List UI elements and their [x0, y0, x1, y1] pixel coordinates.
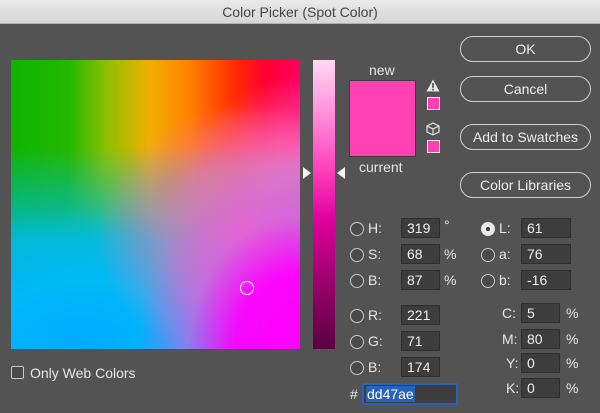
cancel-button[interactable]: Cancel	[460, 76, 591, 102]
a-input[interactable]	[521, 244, 571, 264]
web-safe-swatch[interactable]	[427, 140, 440, 153]
magenta-label: M:	[502, 331, 518, 347]
saturation-label: S:	[368, 246, 382, 262]
hex-label: #	[350, 386, 358, 402]
lightness-input[interactable]	[521, 218, 571, 238]
b-lab-label: b:	[499, 272, 511, 288]
brightness-input[interactable]	[401, 270, 440, 290]
hex-input[interactable]: dd47ae	[363, 384, 457, 404]
yellow-unit: %	[566, 355, 579, 371]
yellow-input[interactable]	[521, 353, 560, 373]
b-lab-input[interactable]	[521, 270, 571, 290]
color-field[interactable]	[11, 60, 300, 349]
black-unit: %	[566, 380, 579, 396]
color-field-cursor[interactable]	[240, 281, 254, 295]
red-input[interactable]	[401, 305, 440, 325]
new-label: new	[369, 62, 395, 78]
radio-blue[interactable]	[350, 361, 364, 375]
saturation-unit: %	[444, 246, 457, 262]
new-color-swatch	[349, 80, 416, 157]
radio-saturation[interactable]	[350, 248, 364, 262]
radio-hue[interactable]	[350, 222, 364, 236]
window-title: Color Picker (Spot Color)	[0, 0, 600, 24]
radio-green[interactable]	[350, 335, 364, 349]
brightness-label: B:	[368, 272, 382, 288]
hue-unit: °	[444, 217, 450, 233]
lightness-label: L:	[499, 220, 511, 236]
yellow-label: Y:	[506, 355, 519, 371]
radio-lightness[interactable]	[481, 222, 495, 236]
a-label: a:	[499, 246, 511, 262]
radio-b-lab[interactable]	[481, 274, 495, 288]
cyan-unit: %	[566, 305, 579, 321]
magenta-input[interactable]	[521, 329, 560, 349]
blue-input[interactable]	[401, 357, 440, 377]
only-web-colors-checkbox[interactable]	[11, 366, 24, 379]
cube-icon[interactable]	[426, 122, 440, 136]
warning-icon[interactable]	[426, 79, 440, 92]
slider-handle-right[interactable]	[337, 167, 345, 179]
cyan-input[interactable]	[521, 303, 560, 323]
radio-a[interactable]	[481, 248, 495, 262]
color-libraries-button[interactable]: Color Libraries	[460, 172, 591, 198]
cyan-label: C:	[502, 305, 516, 321]
radio-brightness[interactable]	[350, 274, 364, 288]
black-label: K:	[506, 380, 520, 396]
add-to-swatches-button[interactable]: Add to Swatches	[460, 124, 591, 150]
blue-label: B:	[368, 359, 382, 375]
gamut-swatch[interactable]	[427, 97, 440, 110]
brightness-unit: %	[444, 272, 457, 288]
hex-value: dd47ae	[366, 386, 415, 402]
slider-handle-left[interactable]	[303, 167, 311, 179]
red-label: R:	[368, 307, 382, 323]
black-input[interactable]	[521, 378, 560, 398]
magenta-unit: %	[566, 331, 579, 347]
ok-button[interactable]: OK	[460, 36, 591, 62]
saturation-input[interactable]	[401, 244, 440, 264]
current-label: current	[359, 159, 403, 175]
hue-input[interactable]	[401, 218, 440, 238]
hue-label: H:	[368, 220, 382, 236]
radio-red[interactable]	[350, 309, 364, 323]
green-input[interactable]	[401, 331, 440, 351]
only-web-colors-label: Only Web Colors	[30, 365, 136, 381]
green-label: G:	[368, 333, 383, 349]
channel-slider[interactable]	[313, 60, 335, 349]
